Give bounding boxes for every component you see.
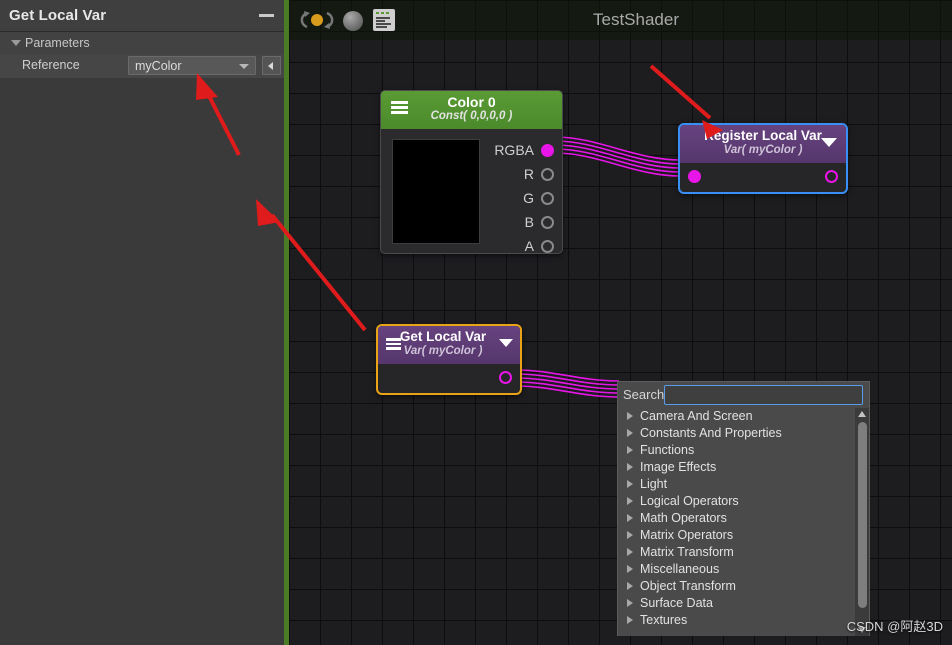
port-rgba-socket[interactable]: [541, 143, 554, 157]
port-rgba-label: RGBA: [494, 142, 534, 158]
shader-editor-window: Get Local Var Parameters Reference myCol…: [0, 0, 952, 645]
shader-name-title: TestShader: [593, 10, 679, 29]
list-item[interactable]: Matrix Operators: [618, 527, 857, 544]
get-output-port[interactable]: [499, 371, 512, 384]
port-r[interactable]: R: [524, 165, 554, 183]
reference-dropdown-value: myColor: [135, 59, 182, 73]
inspector-titlebar: Get Local Var: [0, 0, 284, 32]
minimize-icon[interactable]: [259, 14, 274, 17]
node-get-local-var-title: Get Local Var: [399, 329, 487, 344]
port-b-socket[interactable]: [541, 215, 554, 229]
node-get-local-var-subtitle: Var( myColor ): [403, 345, 483, 357]
reference-ping-button[interactable]: [262, 56, 281, 75]
sphere-preview-icon[interactable]: [343, 11, 363, 31]
list-item[interactable]: Constants And Properties: [618, 425, 857, 442]
list-item[interactable]: Light: [618, 476, 857, 493]
list-item[interactable]: Miscellaneous: [618, 561, 857, 578]
list-item[interactable]: Camera And Screen: [618, 408, 857, 425]
port-g-socket[interactable]: [541, 191, 554, 205]
port-g-label: G: [523, 190, 534, 206]
search-scrollbar[interactable]: [855, 408, 869, 636]
color-swatch[interactable]: [392, 139, 480, 244]
search-label: Search: [623, 387, 665, 402]
list-item[interactable]: Functions: [618, 442, 857, 459]
node-graph-canvas[interactable]: TestShader Color 0 Const(0,0,0,0) RGBA…: [289, 0, 952, 645]
inspector-panel: Get Local Var Parameters Reference myCol…: [0, 0, 284, 645]
search-bar: Search: [618, 382, 869, 408]
refresh-icon[interactable]: [298, 8, 336, 32]
node-color0-header[interactable]: Color 0 Const( 0,0,0,0 ): [381, 91, 562, 129]
code-document-icon[interactable]: [373, 9, 395, 31]
search-input[interactable]: [664, 385, 863, 405]
node-color0-title: Color 0: [447, 94, 496, 110]
parameters-section-header[interactable]: Parameters: [0, 32, 284, 54]
list-item[interactable]: Surface Data: [618, 595, 857, 612]
port-g[interactable]: G: [523, 189, 554, 207]
inspector-body: [0, 78, 284, 645]
node-color0-subtitle: Const( 0,0,0,0 ): [430, 110, 513, 122]
node-color0[interactable]: Color 0 Const( 0,0,0,0 ) RGBA R G B A: [380, 90, 563, 254]
chevron-down-icon: [239, 64, 249, 69]
list-item[interactable]: Image Effects: [618, 459, 857, 476]
list-item[interactable]: Logical Operators: [618, 493, 857, 510]
port-r-socket[interactable]: [541, 167, 554, 181]
port-a-socket[interactable]: [541, 239, 554, 253]
port-r-label: R: [523, 166, 534, 182]
register-output-port[interactable]: [825, 170, 838, 183]
node-register-local-var[interactable]: Register Local Var Var( myColor ): [678, 123, 848, 194]
list-item[interactable]: Math Operators: [618, 510, 857, 527]
parameters-section-label: Parameters: [25, 36, 90, 50]
register-input-port[interactable]: [688, 170, 701, 183]
port-b-label: B: [524, 214, 534, 230]
inspector-title: Get Local Var: [9, 7, 107, 24]
triangle-up-icon[interactable]: [858, 411, 866, 417]
port-rgba[interactable]: RGBA: [494, 141, 554, 159]
port-b[interactable]: B: [525, 213, 554, 231]
port-a-label: A: [524, 238, 534, 254]
reference-dropdown[interactable]: myColor: [128, 56, 256, 75]
triangle-down-icon[interactable]: [821, 138, 837, 147]
reference-row: Reference myColor: [0, 54, 284, 78]
node-register-local-var-header[interactable]: Register Local Var Var( myColor ): [680, 125, 846, 163]
node-get-local-var[interactable]: Get Local Var Var( myColor ): [376, 324, 522, 395]
port-a[interactable]: A: [525, 237, 554, 255]
list-item[interactable]: Object Transform: [618, 578, 857, 595]
triangle-down-icon: [11, 40, 21, 46]
list-item[interactable]: Matrix Transform: [618, 544, 857, 561]
node-search-popup[interactable]: Search Camera And Screen Constants And P…: [617, 381, 870, 636]
list-item[interactable]: Textures: [618, 612, 857, 629]
triangle-down-icon[interactable]: [499, 339, 513, 347]
node-get-local-var-header[interactable]: Get Local Var Var( myColor ): [378, 326, 520, 364]
scrollbar-thumb[interactable]: [858, 422, 867, 608]
search-category-list[interactable]: Camera And Screen Constants And Properti…: [618, 408, 857, 636]
watermark: CSDN @阿赵3D: [846, 619, 943, 634]
reference-label: Reference: [22, 58, 80, 72]
graph-toolbar: TestShader: [289, 0, 952, 40]
